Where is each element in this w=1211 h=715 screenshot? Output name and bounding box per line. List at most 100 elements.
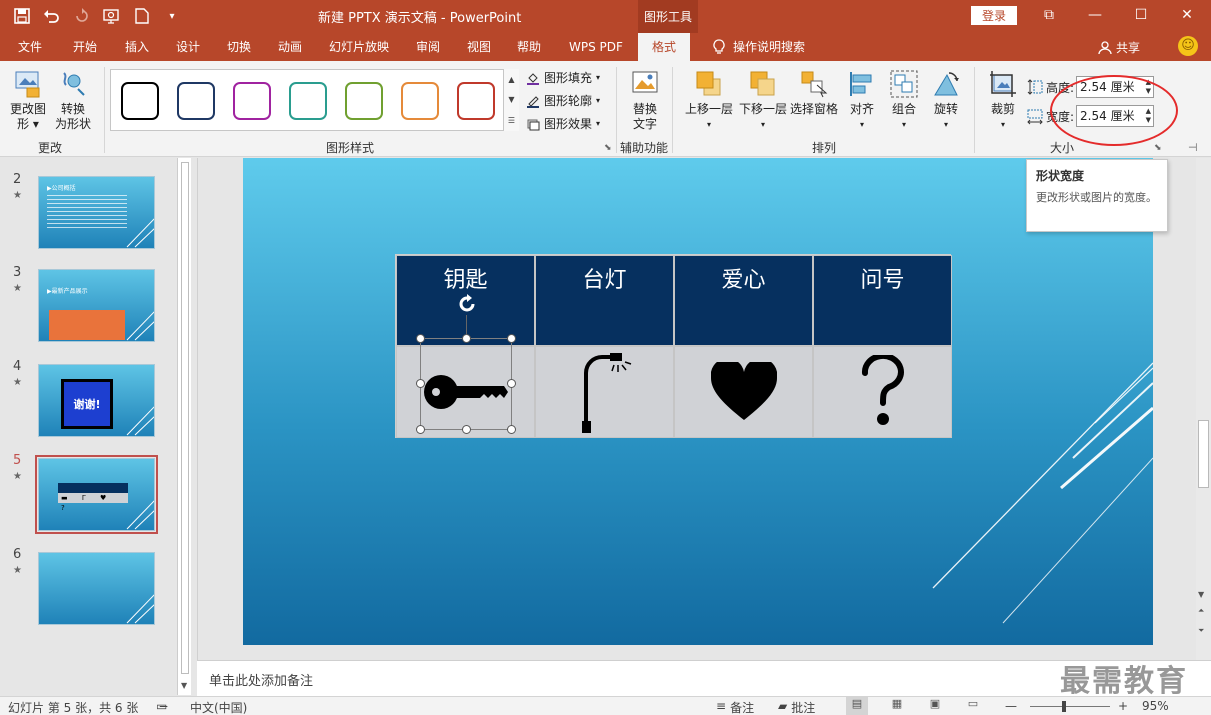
shape-effect-button[interactable]: 图形效果 ▾ bbox=[526, 115, 600, 132]
table-body-cell[interactable] bbox=[674, 346, 813, 438]
shape-styles-gallery[interactable]: ▲ ▼ ☰ bbox=[110, 69, 519, 131]
thumbnail-slide-5[interactable]: ▬ ᒥ ♥ ? bbox=[38, 458, 155, 531]
resize-handle[interactable] bbox=[507, 425, 516, 434]
style-swatch-4[interactable] bbox=[289, 82, 327, 120]
thumbnails-scroll-thumb[interactable] bbox=[181, 162, 189, 674]
question-mark-icon[interactable] bbox=[859, 355, 907, 429]
gallery-scroller[interactable]: ▲ ▼ ☰ bbox=[503, 69, 519, 131]
styles-dialog-launcher-icon[interactable]: ⬊ bbox=[604, 143, 612, 153]
table-header-cell[interactable]: 台灯 bbox=[535, 255, 674, 346]
save-icon[interactable] bbox=[10, 5, 34, 27]
group-button[interactable]: 组合 ▾ bbox=[887, 69, 921, 132]
smiley-feedback-icon[interactable]: ☺ bbox=[1178, 36, 1198, 56]
convert-to-shape-button[interactable]: 转换 为形状 bbox=[52, 69, 94, 132]
thumbnail-slide-2[interactable]: ▶公司概括 bbox=[38, 176, 155, 249]
spellcheck-icon[interactable]: ▭̶ bbox=[156, 699, 167, 713]
rotate-handle-icon[interactable] bbox=[456, 293, 478, 315]
tab-animations[interactable]: 动画 bbox=[278, 33, 302, 61]
new-file-icon[interactable] bbox=[130, 5, 154, 27]
normal-view-icon[interactable]: ▤ bbox=[846, 697, 868, 715]
slide-canvas[interactable]: 钥匙 台灯 爱心 问号 bbox=[243, 158, 1153, 645]
close-icon[interactable]: ✕ bbox=[1164, 0, 1210, 30]
editor-vertical-scrollbar[interactable]: ▼ ⏶ ⏷ bbox=[1196, 158, 1211, 660]
gallery-down-icon[interactable]: ▼ bbox=[508, 95, 514, 104]
send-backward-button[interactable]: 下移一层 ▾ bbox=[737, 69, 789, 132]
zoom-slider[interactable] bbox=[1030, 706, 1110, 707]
tab-file[interactable]: 文件 bbox=[18, 33, 42, 61]
slide-sorter-view-icon[interactable]: ▦ bbox=[886, 697, 908, 715]
resize-handle[interactable] bbox=[507, 379, 516, 388]
tell-me-search[interactable]: 操作说明搜索 bbox=[713, 33, 805, 61]
reading-view-icon[interactable]: ▣ bbox=[924, 697, 946, 715]
tab-transitions[interactable]: 切换 bbox=[227, 33, 251, 61]
share-button[interactable]: 共享 bbox=[1098, 39, 1140, 56]
pin-ribbon-icon[interactable]: ⊣ bbox=[1188, 141, 1198, 154]
desk-lamp-icon[interactable] bbox=[574, 349, 636, 435]
next-slide-icon[interactable]: ⏷ bbox=[1198, 626, 1204, 636]
resize-handle[interactable] bbox=[416, 334, 425, 343]
tab-design[interactable]: 设计 bbox=[176, 33, 200, 61]
table-header-cell[interactable]: 问号 bbox=[813, 255, 952, 346]
bring-forward-button[interactable]: 上移一层 ▾ bbox=[683, 69, 735, 132]
alt-text-button[interactable]: 替换 文字 bbox=[625, 69, 665, 132]
table-header-cell[interactable]: 爱心 bbox=[674, 255, 813, 346]
gallery-up-icon[interactable]: ▲ bbox=[508, 75, 514, 84]
present-from-start-icon[interactable] bbox=[100, 5, 124, 27]
thumbnails-scrollbar[interactable]: ▼ bbox=[177, 158, 191, 695]
shape-outline-button[interactable]: 图形轮廓 ▾ bbox=[526, 92, 600, 109]
zoom-in-icon[interactable]: + bbox=[1118, 699, 1128, 713]
resize-handle[interactable] bbox=[416, 379, 425, 388]
style-swatch-3[interactable] bbox=[233, 82, 271, 120]
tab-insert[interactable]: 插入 bbox=[125, 33, 149, 61]
style-swatch-6[interactable] bbox=[401, 82, 439, 120]
redo-icon[interactable] bbox=[70, 5, 94, 27]
editor-scroll-thumb[interactable] bbox=[1198, 420, 1209, 488]
zoom-level[interactable]: 95% bbox=[1142, 699, 1169, 713]
table-body-cell[interactable] bbox=[535, 346, 674, 438]
tab-slideshow[interactable]: 幻灯片放映 bbox=[329, 33, 389, 61]
gallery-more-icon[interactable]: ☰ bbox=[508, 116, 515, 125]
resize-handle[interactable] bbox=[462, 334, 471, 343]
login-button[interactable]: 登录 bbox=[971, 6, 1017, 25]
style-swatch-1[interactable] bbox=[121, 82, 159, 120]
zoom-out-icon[interactable]: — bbox=[1005, 699, 1017, 713]
undo-icon[interactable] bbox=[40, 5, 64, 27]
crop-button[interactable]: 裁剪 ▾ bbox=[986, 69, 1020, 132]
customize-icon[interactable]: ▾ bbox=[160, 5, 184, 27]
tab-review[interactable]: 审阅 bbox=[416, 33, 440, 61]
resize-handle[interactable] bbox=[416, 425, 425, 434]
scroll-down-icon[interactable]: ▼ bbox=[181, 681, 187, 690]
maximize-icon[interactable]: ☐ bbox=[1118, 0, 1164, 30]
edit-shape-button[interactable]: 更改图 形 ▾ bbox=[8, 69, 48, 132]
language-indicator[interactable]: 中文(中国) bbox=[190, 699, 247, 715]
zoom-slider-thumb[interactable] bbox=[1062, 701, 1066, 712]
table-body-cell[interactable] bbox=[813, 346, 952, 438]
size-dialog-launcher-icon[interactable]: ⬊ bbox=[1154, 143, 1162, 153]
rotate-button[interactable]: 旋转 ▾ bbox=[929, 69, 963, 132]
prev-slide-icon[interactable]: ⏶ bbox=[1198, 606, 1204, 616]
heart-icon[interactable] bbox=[710, 362, 777, 422]
icon-table[interactable]: 钥匙 台灯 爱心 问号 bbox=[395, 254, 952, 438]
tab-view[interactable]: 视图 bbox=[467, 33, 491, 61]
tab-help[interactable]: 帮助 bbox=[517, 33, 541, 61]
style-swatch-5[interactable] bbox=[345, 82, 383, 120]
ribbon-display-options-icon[interactable]: ⧉ bbox=[1026, 0, 1072, 30]
minimize-icon[interactable]: — bbox=[1072, 0, 1118, 30]
scroll-down-icon[interactable]: ▼ bbox=[1198, 590, 1204, 599]
resize-handle[interactable] bbox=[507, 334, 516, 343]
tab-home[interactable]: 开始 bbox=[73, 33, 97, 61]
notes-toggle[interactable]: ≡ 备注 bbox=[716, 699, 754, 715]
shape-fill-button[interactable]: 图形填充 ▾ bbox=[526, 69, 600, 86]
thumbnail-slide-4[interactable]: 谢谢! bbox=[38, 364, 155, 437]
tab-format[interactable]: 格式 bbox=[638, 33, 691, 61]
thumbnail-slide-6[interactable] bbox=[38, 552, 155, 625]
comments-toggle[interactable]: ▰ 批注 bbox=[778, 699, 815, 715]
style-swatch-2[interactable] bbox=[177, 82, 215, 120]
resize-handle[interactable] bbox=[462, 425, 471, 434]
style-swatch-7[interactable] bbox=[457, 82, 495, 120]
slideshow-view-icon[interactable]: ▭ bbox=[962, 697, 984, 715]
thumbnail-slide-3[interactable]: ▶最新产品展示 bbox=[38, 269, 155, 342]
align-button[interactable]: 对齐 ▾ bbox=[845, 69, 879, 132]
notes-pane[interactable]: 单击此处添加备注 bbox=[197, 660, 1211, 696]
selection-pane-button[interactable]: 选择窗格 bbox=[789, 69, 839, 117]
